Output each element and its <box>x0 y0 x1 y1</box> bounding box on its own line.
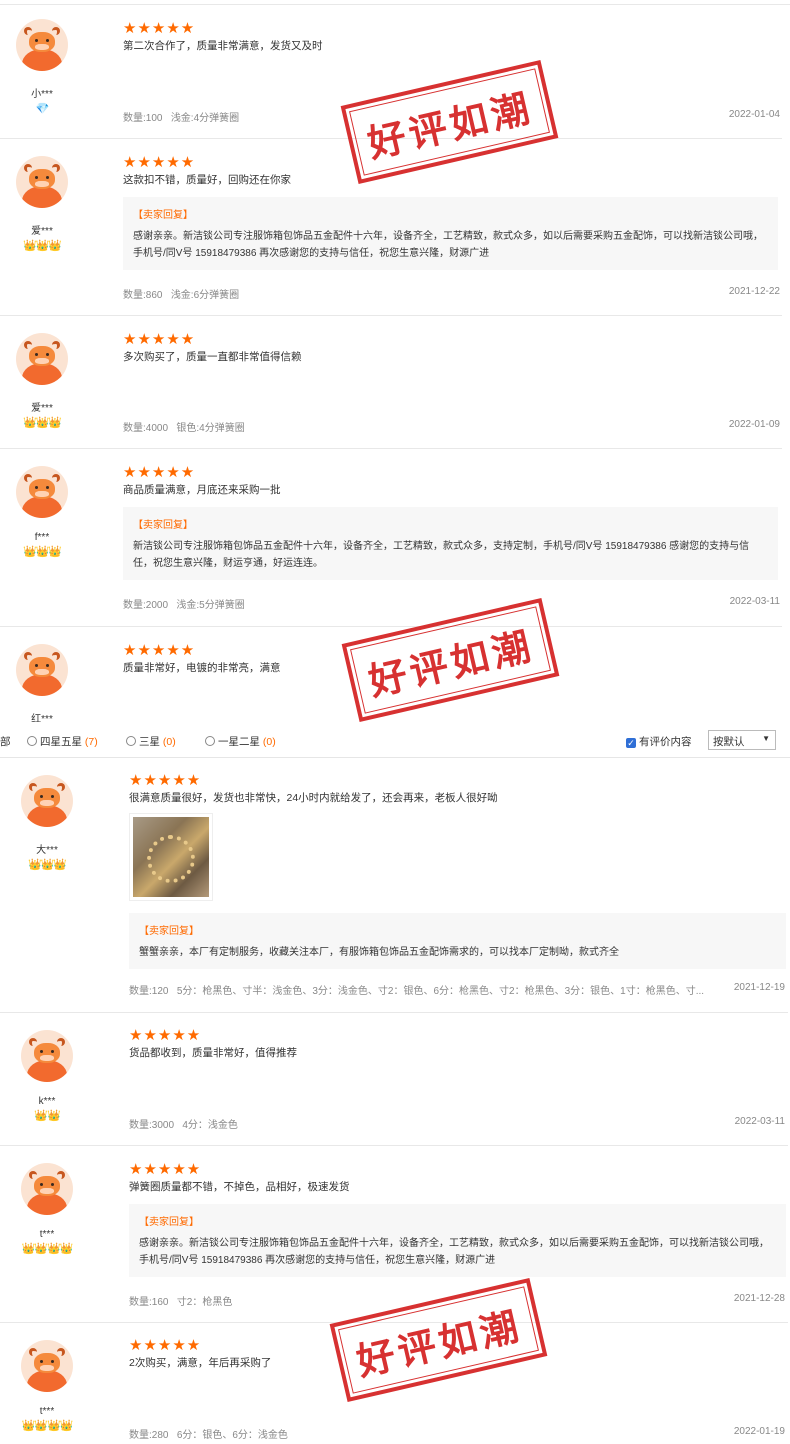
rating-stars-icon: ★★★★★ <box>129 1161 202 1178</box>
reviewer-name: 爱*** <box>31 226 53 237</box>
filter-three-star[interactable]: 三星 (0) <box>126 734 176 749</box>
seller-reply-text: 新洁锬公司专注服饰箱包饰品五金配件十六年，设备齐全，工艺精致，款式众多，支持定制… <box>133 541 750 569</box>
rating-stars-icon: ★★★★★ <box>123 20 196 37</box>
filter-all-label[interactable]: 部 <box>0 734 11 749</box>
reviewer-name: t*** <box>39 1406 55 1417</box>
seller-reply-text: 感谢亲亲。新洁锬公司专注服饰箱包饰品五金配件十六年，设备齐全，工艺精致，款式众多… <box>133 231 763 259</box>
review-date: 2022-03-11 <box>734 1116 785 1127</box>
review-item: t*** 👑👑👑👑 ★★★★★ 弹簧圈质量都不错，不掉色，品相好，极速发货 【卖… <box>0 1147 788 1323</box>
filter-one-two-star[interactable]: 一星二星 (0) <box>205 734 276 749</box>
review-text: 很满意质量很好，发货也非常快，24小时内就给发了，还会再来，老板人很好呦 <box>129 792 498 804</box>
member-level-icon: 👑👑👑 <box>22 417 62 429</box>
review-text: 货品都收到，质量非常好，值得推荐 <box>129 1047 297 1059</box>
bull-avatar-icon <box>21 775 73 827</box>
bull-avatar-icon <box>16 19 68 71</box>
bull-avatar-icon <box>21 1340 73 1392</box>
seller-reply-title: 【卖家回复】 <box>133 520 193 531</box>
seller-reply: 【卖家回复】 新洁锬公司专注服饰箱包饰品五金配件十六年，设备齐全，工艺精致，款式… <box>123 507 778 580</box>
review-text: 弹簧圈质量都不错，不掉色，品相好，极速发货 <box>129 1181 350 1193</box>
review-date: 2022-01-09 <box>728 419 780 430</box>
order-meta: 数量:160 寸2：枪黑色 <box>129 1297 233 1308</box>
reviewer-name: k*** <box>38 1096 56 1107</box>
checkmark-icon[interactable]: ✓ <box>626 738 636 748</box>
order-meta: 数量:4000 银色:4分弹簧圈 <box>123 423 245 434</box>
member-level-icon: 👑👑👑 <box>27 859 67 871</box>
review-item: 爱*** 👑👑👑 ★★★★★ 多次购买了，质量一直都非常值得信赖 数量:4000… <box>0 317 782 449</box>
radio-icon[interactable] <box>27 736 37 746</box>
order-meta: 数量:3000 4分：浅金色 <box>129 1120 238 1131</box>
review-text: 多次购买了，质量一直都非常值得信赖 <box>123 351 302 363</box>
review-photo[interactable] <box>129 813 213 901</box>
order-meta: 数量:2000 浅金:5分弹簧圈 <box>123 600 245 611</box>
bull-avatar-icon <box>16 156 68 208</box>
order-meta: 数量:100 浅金:4分弹簧圈 <box>123 113 240 124</box>
review-filter-bar: 部 四星五星 (7) 三星 (0) 一星二星 (0) ✓ 有评价内容 按默认 ▼ <box>0 722 790 758</box>
bull-avatar-icon <box>16 466 68 518</box>
order-meta: 数量:860 浅金:6分弹簧圈 <box>123 290 240 301</box>
review-date: 2022-01-04 <box>728 109 780 120</box>
radio-icon[interactable] <box>126 736 136 746</box>
review-item: 大*** 👑👑👑 ★★★★★ 很满意质量很好，发货也非常快，24小时内就给发了，… <box>0 759 788 1013</box>
seller-reply-text: 感谢亲亲。新洁锬公司专注服饰箱包饰品五金配件十六年，设备齐全，工艺精致，款式众多… <box>139 1238 769 1266</box>
seller-reply: 【卖家回复】 感谢亲亲。新洁锬公司专注服饰箱包饰品五金配件十六年，设备齐全，工艺… <box>123 197 778 270</box>
order-meta: 数量:280 6分：银色、6分：浅金色 <box>129 1430 288 1441</box>
seller-reply: 【卖家回复】 蟹蟹亲亲，本厂有定制服务，收藏关注本厂，有服饰箱包饰品五金配饰需求… <box>129 913 786 969</box>
reviewer-name: t*** <box>39 1229 55 1240</box>
review-item: f*** 👑👑👑 ★★★★★ 商品质量满意，月底还来采购一批 【卖家回复】 新洁… <box>0 450 782 627</box>
reviewer-name: 红*** <box>31 714 53 722</box>
sort-select[interactable]: 按默认 ▼ <box>708 730 776 750</box>
seller-reply-text: 蟹蟹亲亲，本厂有定制服务，收藏关注本厂，有服饰箱包饰品五金配饰需求的，可以找本厂… <box>139 947 619 958</box>
reviewer-name: 小*** <box>31 89 53 100</box>
review-date: 2021-12-22 <box>728 286 780 297</box>
member-level-icon: 👑👑👑 <box>22 546 62 558</box>
review-date: 2021-12-19 <box>733 982 785 993</box>
rating-stars-icon: ★★★★★ <box>123 331 196 348</box>
seller-reply-title: 【卖家回复】 <box>133 210 193 221</box>
member-level-icon: 👑👑👑 <box>22 240 62 252</box>
rating-stars-icon: ★★★★★ <box>129 772 202 789</box>
reviewer-name: f*** <box>34 532 50 543</box>
seller-reply: 【卖家回复】 感谢亲亲。新洁锬公司专注服饰箱包饰品五金配件十六年，设备齐全，工艺… <box>129 1204 786 1277</box>
rating-stars-icon: ★★★★★ <box>123 464 196 481</box>
bull-avatar-icon <box>21 1163 73 1215</box>
reviewer-name: 大*** <box>36 845 58 856</box>
radio-icon[interactable] <box>205 736 215 746</box>
bull-avatar-icon <box>16 644 68 696</box>
member-level-icon: 👑👑👑👑 <box>21 1420 74 1432</box>
has-content-checkbox[interactable]: ✓ 有评价内容 <box>626 734 692 749</box>
order-meta: 数量:120 5分：枪黑色、寸半：浅金色、3分：浅金色、寸2：银色、6分：枪黑色… <box>129 986 705 997</box>
rating-stars-icon: ★★★★★ <box>129 1027 202 1044</box>
bull-avatar-icon <box>21 1030 73 1082</box>
review-date: 2022-03-11 <box>729 596 780 607</box>
member-level-icon: 👑👑 <box>34 1110 60 1122</box>
reviewer-name: 爱*** <box>31 403 53 414</box>
review-text: 商品质量满意，月底还来采购一批 <box>123 484 281 496</box>
member-level-icon: 👑👑👑👑 <box>21 1243 74 1255</box>
seller-reply-title: 【卖家回复】 <box>139 1217 199 1228</box>
seller-reply-title: 【卖家回复】 <box>139 926 199 937</box>
bull-avatar-icon <box>16 333 68 385</box>
filter-four-five-star[interactable]: 四星五星 (7) <box>27 734 98 749</box>
member-level-icon: 💎 <box>35 103 50 115</box>
review-date: 2021-12-28 <box>733 1293 785 1304</box>
review-text: 这款扣不错，质量好，回购还在你家 <box>123 174 291 186</box>
review-date: 2022-01-19 <box>733 1426 785 1437</box>
review-item: k*** 👑👑 ★★★★★ 货品都收到，质量非常好，值得推荐 数量:3000 4… <box>0 1014 788 1146</box>
review-text: 第二次合作了，质量非常满意，发货又及时 <box>123 40 323 52</box>
caret-down-icon: ▼ <box>762 734 770 743</box>
